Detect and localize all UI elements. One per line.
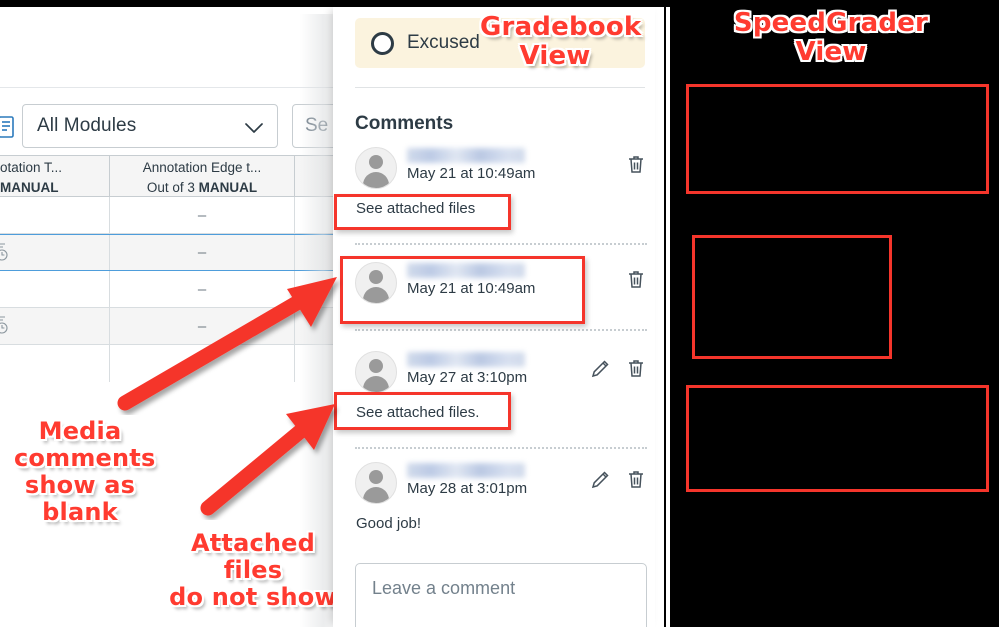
- cell-annotation-edge[interactable]: –: [110, 235, 295, 270]
- search-placeholder: Se: [305, 115, 329, 136]
- toolbar-divider: [0, 87, 340, 88]
- highlight-blank-media-comment: [340, 256, 585, 324]
- gradebook-toolbar: All Modules Se: [0, 104, 340, 150]
- modules-filter-select[interactable]: All Modules: [22, 104, 278, 148]
- annotation-media-comments-blank: Media comments show as blank: [14, 417, 156, 526]
- cell-annotation-t[interactable]: -: [0, 271, 110, 307]
- comment-header: May 28 at 3:01pm: [355, 462, 647, 508]
- comment-separator: [355, 447, 647, 449]
- annotation-attached-files: Attached files do not show: [169, 529, 337, 611]
- highlight-see-attached-files-1: [334, 194, 511, 230]
- comment-meta: May 28 at 3:01pm: [407, 462, 527, 497]
- table-row[interactable]: - –: [0, 271, 340, 308]
- modules-filter-label: All Modules: [37, 115, 137, 136]
- comment-meta: May 27 at 3:10pm: [407, 351, 527, 386]
- chevron-down-icon: [245, 121, 263, 133]
- cell-annotation-edge[interactable]: [110, 345, 295, 382]
- comment-meta: May 21 at 10:49am: [407, 147, 535, 182]
- clock-icon: [0, 314, 10, 338]
- delete-icon[interactable]: [625, 153, 647, 175]
- author-name-redacted: [407, 148, 525, 163]
- delete-icon[interactable]: [625, 268, 647, 290]
- screenshot-root: All Modules Se otation T... MANUAL Annot…: [0, 0, 999, 627]
- cell-annotation-edge[interactable]: –: [110, 197, 295, 233]
- table-row[interactable]: - –: [0, 197, 340, 234]
- author-name-redacted: [407, 463, 525, 478]
- gradebook-table: otation T... MANUAL Annotation Edge t...…: [0, 155, 340, 382]
- cell-annotation-t[interactable]: [0, 308, 110, 344]
- column-header-manual: MANUAL: [198, 179, 258, 195]
- highlight-sg-media: [692, 235, 892, 359]
- excused-label: Excused: [407, 32, 480, 53]
- cell-annotation-t[interactable]: -: [0, 345, 110, 382]
- cell-annotation-t[interactable]: [0, 235, 110, 270]
- highlight-sg-attached-file-2: [686, 385, 989, 492]
- column-header-manual: MANUAL: [0, 179, 59, 195]
- panel-separator-line-2: [670, 0, 672, 627]
- column-header-annotation-t[interactable]: otation T... MANUAL: [0, 156, 110, 196]
- highlight-see-attached-files-2: [334, 392, 511, 430]
- comment-separator: [355, 243, 647, 245]
- cell-annotation-edge[interactable]: –: [110, 308, 295, 344]
- column-header-line2: MANUAL: [0, 178, 109, 196]
- annotation-speedgrader-view: SpeedGrader View: [733, 8, 929, 68]
- comment-separator: [355, 329, 647, 331]
- table-row[interactable]: -: [0, 345, 340, 382]
- table-header-row: otation T... MANUAL Annotation Edge t...…: [0, 155, 340, 197]
- panel-separator-line-1: [664, 0, 666, 627]
- comment-actions: [625, 147, 647, 175]
- author-name-redacted: [407, 352, 525, 367]
- highlight-sg-attached-file-1: [686, 84, 989, 194]
- comments-heading: Comments: [355, 113, 454, 134]
- comment-timestamp: May 28 at 3:01pm: [407, 480, 528, 497]
- column-header-line1: otation T...: [0, 160, 63, 175]
- table-row[interactable]: –: [0, 234, 340, 271]
- top-black-bar: [0, 0, 999, 7]
- avatar: [355, 462, 397, 504]
- comment-header: May 21 at 10:49am: [355, 147, 647, 193]
- comment-header: May 27 at 3:10pm: [355, 351, 647, 397]
- delete-icon[interactable]: [625, 468, 647, 490]
- avatar: [355, 351, 397, 393]
- avatar: [355, 147, 397, 189]
- clock-icon: [0, 241, 10, 265]
- column-header-outof: Out of 3: [146, 179, 199, 195]
- cell-annotation-edge[interactable]: –: [110, 271, 295, 307]
- column-header-annotation-edge[interactable]: Annotation Edge t... Out of 3 MANUAL: [110, 156, 295, 196]
- comment-body: Good job!: [356, 515, 422, 532]
- modules-icon: [0, 116, 16, 138]
- leave-comment-textarea[interactable]: Leave a comment: [355, 563, 647, 627]
- table-row[interactable]: –: [0, 308, 340, 345]
- delete-icon[interactable]: [625, 357, 647, 379]
- comment-actions: [590, 351, 647, 379]
- column-header-line2: Out of 3 MANUAL: [110, 178, 294, 196]
- cell-annotation-t[interactable]: -: [0, 197, 110, 233]
- comment-actions: [625, 262, 647, 290]
- comment-timestamp: May 27 at 3:10pm: [407, 369, 528, 386]
- edit-icon[interactable]: [590, 468, 612, 490]
- tray-comment-4: May 28 at 3:01pm Good job!: [355, 462, 647, 532]
- edit-icon[interactable]: [590, 357, 612, 379]
- comment-actions: [590, 462, 647, 490]
- comment-timestamp: May 21 at 10:49am: [407, 165, 536, 182]
- annotation-gradebook-view: Gradebook View: [480, 12, 642, 72]
- tray-divider: [355, 87, 645, 88]
- excused-radio-icon[interactable]: [371, 31, 394, 55]
- column-header-line1: Annotation Edge t...: [142, 160, 262, 175]
